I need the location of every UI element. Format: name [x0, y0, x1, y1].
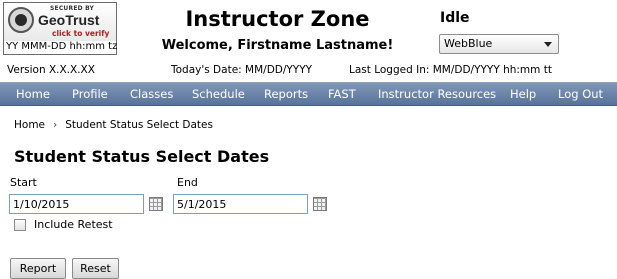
- end-label: End: [177, 176, 198, 189]
- page-title: Student Status Select Dates: [14, 147, 270, 166]
- nav-profile[interactable]: Profile: [72, 87, 108, 101]
- seal-banner: SECURED BY GeoTrust click to verify: [4, 3, 116, 41]
- theme-select-value: WebBlue: [444, 37, 493, 50]
- nav-fast[interactable]: FAST: [328, 87, 356, 101]
- seal-secured-by: SECURED BY: [50, 5, 95, 12]
- breadcrumb-current: Student Status Select Dates: [65, 119, 213, 131]
- nav-log-out[interactable]: Log Out: [558, 87, 603, 101]
- reset-button[interactable]: Reset: [72, 258, 119, 279]
- nav-schedule[interactable]: Schedule: [192, 87, 245, 101]
- nav-classes[interactable]: Classes: [130, 87, 173, 101]
- breadcrumb: Home › Student Status Select Dates: [14, 119, 213, 131]
- nav-reports[interactable]: Reports: [264, 87, 308, 101]
- nav-help[interactable]: Help: [510, 87, 536, 101]
- main-nav: Home Profile Classes Schedule Reports FA…: [0, 82, 617, 106]
- chevron-down-icon: [544, 42, 552, 47]
- app-title: Instructor Zone: [185, 7, 370, 31]
- breadcrumb-separator: ›: [53, 119, 58, 131]
- end-calendar-icon[interactable]: [313, 197, 327, 211]
- report-button[interactable]: Report: [10, 258, 66, 279]
- seal-brand: GeoTrust: [38, 12, 100, 28]
- start-date-input[interactable]: [9, 194, 144, 214]
- last-logged-in: Last Logged In: MM/DD/YYYY hh:mm tt: [349, 64, 552, 76]
- seal-date: YY MMM-DD hh:mm tz: [6, 41, 118, 52]
- seal-verify-link[interactable]: click to verify: [52, 29, 109, 38]
- nav-instructor-resources[interactable]: Instructor Resources: [378, 87, 496, 101]
- include-retest-label: Include Retest: [34, 218, 113, 231]
- start-calendar-icon[interactable]: [149, 197, 163, 211]
- include-retest-checkbox[interactable]: [14, 219, 26, 231]
- start-label: Start: [10, 176, 37, 189]
- nav-home[interactable]: Home: [16, 87, 50, 101]
- todays-date: Today's Date: MM/DD/YYYY: [171, 64, 313, 76]
- breadcrumb-home[interactable]: Home: [14, 119, 45, 131]
- theme-select[interactable]: WebBlue: [439, 34, 559, 54]
- status-indicator: Idle: [440, 10, 470, 26]
- welcome-message: Welcome, Firstname Lastname!: [161, 38, 394, 53]
- end-date-input[interactable]: [173, 194, 308, 214]
- geotrust-logo-icon: [8, 7, 34, 33]
- geotrust-seal[interactable]: SECURED BY GeoTrust click to verify YY M…: [3, 2, 117, 55]
- version-text: Version X.X.X.XX: [7, 64, 95, 76]
